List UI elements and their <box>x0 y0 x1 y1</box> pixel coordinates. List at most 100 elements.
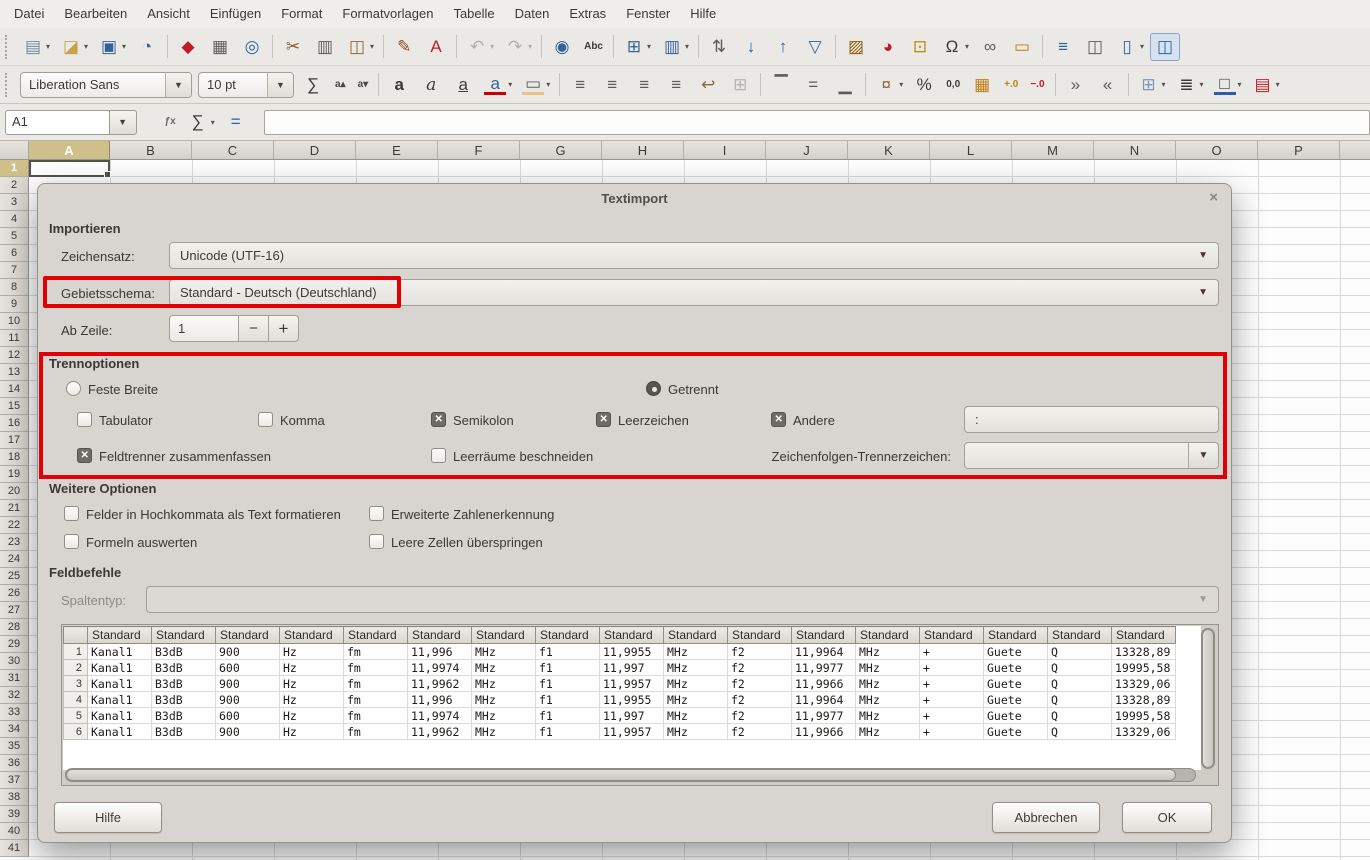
print-area-icon[interactable]: ◫ <box>1080 33 1110 61</box>
row-header-26[interactable]: 26 <box>0 585 29 602</box>
italic-icon[interactable]: a <box>416 71 446 99</box>
merge-delimiters-label[interactable]: Feldtrenner zusammenfassen <box>99 449 271 464</box>
center-vertically-icon[interactable]: = <box>798 71 828 99</box>
column-header-o[interactable]: O <box>1176 141 1258 159</box>
dropdown-arrow-icon[interactable]: ▾ <box>122 42 126 51</box>
row-header-9[interactable]: 9 <box>0 296 29 313</box>
preview-column-type-2[interactable]: Standard <box>152 627 216 644</box>
row-header-37[interactable]: 37 <box>0 772 29 789</box>
cancel-button[interactable]: Abbrechen <box>992 802 1100 833</box>
row-header-41[interactable]: 41 <box>0 840 29 857</box>
dropdown-arrow-icon[interactable]: ▾ <box>46 42 50 51</box>
row-header-32[interactable]: 32 <box>0 687 29 704</box>
name-box-dropdown[interactable]: ▼ <box>109 110 137 135</box>
fixed-width-radio[interactable] <box>66 381 81 396</box>
justify-icon[interactable]: ≡ <box>661 71 691 99</box>
add-decimal-icon[interactable]: +.0 <box>999 71 1023 99</box>
row-header-28[interactable]: 28 <box>0 619 29 636</box>
dropdown-arrow-icon[interactable]: ▾ <box>84 42 88 51</box>
column-header-j[interactable]: J <box>766 141 848 159</box>
row-header-27[interactable]: 27 <box>0 602 29 619</box>
clone-formatting-icon[interactable]: ✎ <box>389 33 419 61</box>
border-color-icon[interactable]: □▾ <box>1210 72 1246 98</box>
headers-footers-icon[interactable]: ≡ <box>1048 33 1078 61</box>
number-format-icon[interactable]: 0,0 <box>941 71 965 99</box>
column-header-m[interactable]: M <box>1012 141 1094 159</box>
highlight-color-icon[interactable]: ▭▾ <box>518 72 554 98</box>
open-icon[interactable]: ◪▾ <box>56 33 92 61</box>
menu-hilfe[interactable]: Hilfe <box>680 0 726 28</box>
date-format-icon[interactable]: ▦ <box>967 71 997 99</box>
quoted-as-text-label[interactable]: Felder in Hochkommata als Text formatier… <box>86 507 341 522</box>
comma-label[interactable]: Komma <box>280 413 325 428</box>
row-header-36[interactable]: 36 <box>0 755 29 772</box>
preview-column-type-9[interactable]: Standard <box>600 627 664 644</box>
row-header-11[interactable]: 11 <box>0 330 29 347</box>
evaluate-formulas-label[interactable]: Formeln auswerten <box>86 535 197 550</box>
ok-button[interactable]: OK <box>1122 802 1212 833</box>
row-header-12[interactable]: 12 <box>0 347 29 364</box>
column-header-e[interactable]: E <box>356 141 438 159</box>
menu-ansicht[interactable]: Ansicht <box>137 0 200 28</box>
quoted-as-text-checkbox[interactable] <box>64 506 79 521</box>
preview-horizontal-scrollbar[interactable] <box>65 768 1196 782</box>
bold-icon[interactable]: a <box>384 71 414 99</box>
preview-column-type-6[interactable]: Standard <box>408 627 472 644</box>
insert-image-icon[interactable]: ▨ <box>841 33 871 61</box>
skip-empty-cells-checkbox[interactable] <box>369 534 384 549</box>
menu-einfgen[interactable]: Einfügen <box>200 0 271 28</box>
table-icon[interactable]: ⊞▾ <box>619 33 655 61</box>
menu-tabelle[interactable]: Tabelle <box>443 0 504 28</box>
chevron-down-icon[interactable]: ▼ <box>267 73 293 97</box>
dropdown-arrow-icon[interactable]: ▾ <box>490 42 494 51</box>
charset-combo[interactable]: Unicode (UTF-16) ▼ <box>169 242 1219 269</box>
sort-icon[interactable]: ⇅ <box>704 33 734 61</box>
row-header-22[interactable]: 22 <box>0 517 29 534</box>
menu-bearbeiten[interactable]: Bearbeiten <box>54 0 137 28</box>
column-header-h[interactable]: H <box>602 141 684 159</box>
conditional-formatting-icon[interactable]: ▤▾ <box>1248 71 1284 99</box>
row-header-24[interactable]: 24 <box>0 551 29 568</box>
formula-icon[interactable]: = <box>221 108 251 136</box>
font-size-combo[interactable]: 10 pt ▼ <box>198 72 294 98</box>
row-header-35[interactable]: 35 <box>0 738 29 755</box>
border-style-icon[interactable]: ≣▾ <box>1172 71 1208 99</box>
spellcheck-icon[interactable]: Abc <box>579 33 608 61</box>
row-header-10[interactable]: 10 <box>0 313 29 330</box>
help-button[interactable]: Hilfe <box>54 802 162 833</box>
skip-empty-cells-label[interactable]: Leere Zellen überspringen <box>391 535 543 550</box>
row-header-15[interactable]: 15 <box>0 398 29 415</box>
separated-label[interactable]: Getrennt <box>668 382 719 397</box>
dropdown-arrow-icon[interactable]: ▾ <box>1276 80 1280 89</box>
row-header-40[interactable]: 40 <box>0 823 29 840</box>
space-label[interactable]: Leerzeichen <box>618 413 689 428</box>
decrease-font-icon[interactable]: a▾ <box>353 71 374 99</box>
semicolon-checkbox[interactable] <box>431 412 446 427</box>
special-character-icon[interactable]: Ω▾ <box>937 33 973 61</box>
dropdown-arrow-icon[interactable]: ▾ <box>685 42 689 51</box>
preview-column-type-17[interactable]: Standard <box>1112 627 1176 644</box>
freeze-panes-icon[interactable]: ▯▾ <box>1112 33 1148 61</box>
preview-column-type-8[interactable]: Standard <box>536 627 600 644</box>
dropdown-arrow-icon[interactable]: ▾ <box>1162 80 1166 89</box>
spin-plus-button[interactable]: + <box>269 315 299 342</box>
dropdown-arrow-icon[interactable]: ▾ <box>899 80 903 89</box>
increase-font-icon[interactable]: a▴ <box>330 71 351 99</box>
increase-indent-icon[interactable]: » <box>1061 71 1091 99</box>
column-header-n[interactable]: N <box>1094 141 1176 159</box>
row-header-18[interactable]: 18 <box>0 449 29 466</box>
wrap-text-icon[interactable]: ↩ <box>693 71 723 99</box>
row-header-2[interactable]: 2 <box>0 177 29 194</box>
semicolon-label[interactable]: Semikolon <box>453 413 514 428</box>
dropdown-arrow-icon[interactable]: ▾ <box>508 80 512 89</box>
other-label[interactable]: Andere <box>793 413 835 428</box>
column-header-l[interactable]: L <box>930 141 1012 159</box>
export-pdf-icon[interactable]: ◆ <box>173 33 203 61</box>
dropdown-arrow-icon[interactable]: ▾ <box>370 42 374 51</box>
preview-column-type-11[interactable]: Standard <box>728 627 792 644</box>
string-delimiter-combo[interactable]: ▼ <box>964 442 1219 469</box>
row-header-21[interactable]: 21 <box>0 500 29 517</box>
column-header-k[interactable]: K <box>848 141 930 159</box>
function-wizard-icon[interactable]: ƒx <box>160 108 181 136</box>
dropdown-arrow-icon[interactable]: ▾ <box>1140 42 1144 51</box>
